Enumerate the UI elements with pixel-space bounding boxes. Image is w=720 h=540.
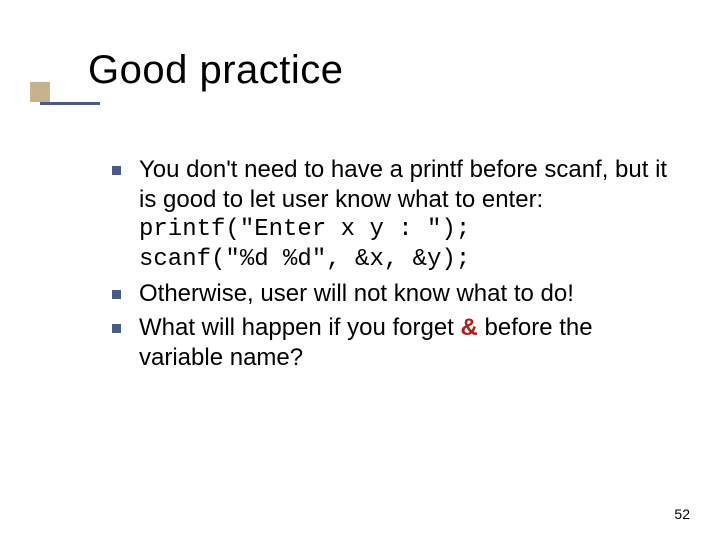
- square-bullet-icon: [112, 324, 121, 333]
- bullet-item: Otherwise, user will not know what to do…: [112, 279, 672, 309]
- bullet-item: What will happen if you forget & before …: [112, 313, 672, 373]
- bullet-line: Otherwise, user will not know what to do…: [139, 280, 574, 307]
- bullet-item: You don't need to have a printf before s…: [112, 155, 672, 275]
- title-block: Good practice: [88, 48, 344, 93]
- deco-line-icon: [40, 102, 100, 105]
- slide: Good practice You don't need to have a p…: [0, 0, 720, 540]
- bullet-line-part: What will happen if you forget: [139, 314, 461, 341]
- ampersand-emphasis: &: [461, 314, 478, 341]
- code-line: printf("Enter x y : ");: [139, 215, 672, 245]
- code-line: scanf("%d %d", &x, &y);: [139, 245, 672, 275]
- deco-square-icon: [30, 82, 50, 102]
- square-bullet-icon: [112, 166, 121, 175]
- slide-body: You don't need to have a printf before s…: [112, 155, 672, 377]
- bullet-text: Otherwise, user will not know what to do…: [139, 279, 672, 309]
- title-decoration: [30, 82, 100, 105]
- square-bullet-icon: [112, 290, 121, 299]
- bullet-text: You don't need to have a printf before s…: [139, 155, 672, 275]
- slide-title: Good practice: [88, 48, 344, 93]
- bullet-text: What will happen if you forget & before …: [139, 313, 672, 373]
- bullet-line: You don't need to have a printf before s…: [139, 156, 667, 213]
- page-number: 52: [674, 506, 690, 522]
